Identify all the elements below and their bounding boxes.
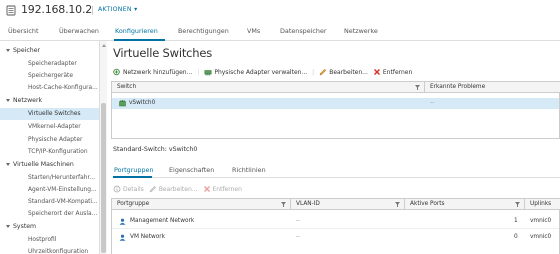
edit-button[interactable]: Bearbeiten... — [319, 68, 368, 76]
switch-toolbar: Netzwerk hinzufügen... | Physische Adapt… — [113, 67, 417, 77]
sidebar: Speicher Speicheradapter Speichergeräte … — [0, 41, 99, 254]
portgroup-uplinks: vmnic0 — [530, 234, 552, 240]
chevron-down-icon — [6, 98, 10, 102]
sidebar-group-storage[interactable]: Speicher — [6, 47, 40, 54]
row-divider — [112, 228, 559, 229]
filter-icon[interactable] — [515, 202, 520, 207]
tab-datastores[interactable]: Datenspeicher — [280, 27, 327, 35]
filter-icon[interactable] — [281, 202, 286, 207]
sidebar-group-network[interactable]: Netzwerk — [6, 97, 42, 104]
column-header-switch[interactable]: Switch — [112, 82, 136, 93]
host-icon — [6, 5, 16, 16]
section-title: Virtuelle Switches — [113, 46, 213, 60]
column-header-problems[interactable]: Erkannte Probleme — [425, 82, 485, 93]
switch-name: vSwitch0 — [129, 100, 156, 106]
sidebar-item-startup-shutdown[interactable]: Starten/Herunterfahr... — [0, 172, 99, 184]
tab-permissions[interactable]: Berechtigungen — [178, 27, 229, 35]
sidebar-item-physical-adapters[interactable]: Physische Adapter — [0, 134, 99, 146]
info-icon — [113, 185, 121, 193]
title-bar: 192.168.10.2 AKTIONEN ▾ — [0, 0, 560, 20]
sidebar-item-storage-adapters[interactable]: Speicheradapter — [0, 58, 99, 70]
vswitch-icon — [119, 100, 126, 107]
sidebar-item-virtual-switches[interactable]: Virtuelle Switches — [0, 108, 99, 120]
tab-properties[interactable]: Eigenschaften — [169, 166, 214, 174]
switch-grid: Switch Erkannte Probleme vSwitch0 -- — [111, 81, 560, 139]
table-row[interactable]: vSwitch0 -- — [112, 98, 559, 109]
portgroup-active-ports: 0 — [514, 234, 518, 240]
add-network-icon — [113, 68, 120, 76]
column-header-uplinks[interactable]: Uplinks — [525, 199, 551, 210]
sidebar-item-vmkernel-adapters[interactable]: VMkernel-Adapter — [0, 121, 99, 133]
sidebar-item-time-config[interactable]: Uhrzeitkonfiguration — [0, 246, 99, 254]
toolbar-divider: | — [312, 68, 315, 76]
tab-configure[interactable]: Konfigurieren — [115, 27, 158, 35]
column-header-active-ports[interactable]: Aktive Ports — [405, 199, 445, 210]
portgroup-grid: Portgruppe VLAN-ID Aktive Ports Uplinks … — [111, 198, 560, 254]
sidebar-item-host-profile[interactable]: Hostprofil — [0, 234, 99, 246]
tab-bar: Übersicht Überwachen Konfigurieren Berec… — [0, 24, 560, 41]
sidebar-item-agent-vm-settings[interactable]: Agent-VM-Einstellung... — [0, 184, 99, 196]
sidebar-item-default-vm-compat[interactable]: Standard-VM-Kompati... — [0, 196, 99, 208]
portgroup-icon — [119, 218, 126, 225]
chevron-down-icon — [6, 162, 10, 166]
sidebar-group-system[interactable]: System — [6, 223, 36, 230]
close-icon — [203, 186, 210, 192]
sidebar-group-virtual-machines[interactable]: Virtuelle Maschinen — [6, 161, 74, 168]
portgroup-name: Management Network — [130, 218, 195, 224]
toolbar-divider: | — [197, 68, 200, 76]
portgroup-toolbar: Details Bearbeiten... Entfernen — [113, 184, 247, 194]
active-tab-indicator — [114, 39, 165, 41]
filter-icon[interactable] — [415, 85, 420, 90]
portgroup-vlan: -- — [296, 234, 301, 240]
close-icon — [373, 68, 380, 76]
table-row[interactable]: Management Network -- 1 vmnic0 — [112, 216, 559, 227]
chevron-down-icon — [6, 48, 10, 52]
scrollbar-thumb[interactable] — [101, 103, 106, 253]
sidebar-item-host-cache[interactable]: Host-Cache-Konfigura... — [0, 82, 99, 94]
filter-icon[interactable] — [395, 202, 400, 207]
physical-adapter-icon — [204, 70, 212, 76]
details-button[interactable]: Details — [113, 185, 144, 193]
remove-portgroup-button[interactable]: Entfernen — [203, 185, 242, 193]
sidebar-item-tcpip-config[interactable]: TCP/IP-Konfiguration — [0, 146, 99, 158]
tab-portgroups[interactable]: Portgruppen — [114, 166, 154, 174]
portgroup-name: VM Network — [130, 234, 166, 240]
tab-networks[interactable]: Netzwerke — [344, 27, 378, 35]
portgroup-vlan: -- — [296, 218, 301, 224]
tab-monitor[interactable]: Überwachen — [59, 27, 99, 35]
pencil-icon — [319, 68, 327, 76]
standard-switch-label: Standard-Switch: vSwitch0 — [113, 146, 198, 153]
column-header-vlan[interactable]: VLAN-ID — [291, 199, 320, 210]
scroll-up-icon[interactable] — [101, 44, 106, 47]
add-network-button[interactable]: Netzwerk hinzufügen... — [113, 68, 192, 76]
table-row[interactable]: VM Network -- 0 vmnic0 — [112, 232, 559, 243]
chevron-down-icon — [6, 224, 10, 228]
tab-policies[interactable]: Richtlinien — [232, 166, 266, 174]
actions-menu-button[interactable]: AKTIONEN ▾ — [98, 6, 138, 13]
page-title: 192.168.10.2 — [21, 3, 93, 16]
subtab-bar: Portgruppen Eigenschaften Richtlinien — [113, 164, 560, 178]
switch-problems: -- — [430, 100, 435, 106]
column-header-portgroup[interactable]: Portgruppe — [112, 199, 149, 210]
tab-vms[interactable]: VMs — [247, 27, 260, 35]
sidebar-item-swap-location[interactable]: Speicherort der Ausla... — [0, 208, 99, 220]
sidebar-scrollbar[interactable] — [99, 41, 107, 254]
portgroup-icon — [119, 234, 126, 241]
portgroup-grid-header: Portgruppe VLAN-ID Aktive Ports Uplinks — [112, 199, 560, 210]
tab-overview[interactable]: Übersicht — [8, 27, 38, 35]
edit-portgroup-button[interactable]: Bearbeiten... — [149, 185, 198, 193]
pencil-icon — [149, 185, 156, 193]
portgroup-uplinks: vmnic0 — [530, 218, 552, 224]
active-subtab-indicator — [113, 176, 152, 178]
remove-button[interactable]: Entfernen — [373, 68, 412, 76]
portgroup-active-ports: 1 — [514, 218, 518, 224]
sidebar-item-storage-devices[interactable]: Speichergeräte — [0, 70, 99, 82]
title-divider — [92, 6, 93, 15]
manage-physical-adapters-button[interactable]: Physische Adapter verwalten... — [204, 68, 307, 76]
switch-grid-header: Switch Erkannte Probleme — [112, 82, 560, 93]
